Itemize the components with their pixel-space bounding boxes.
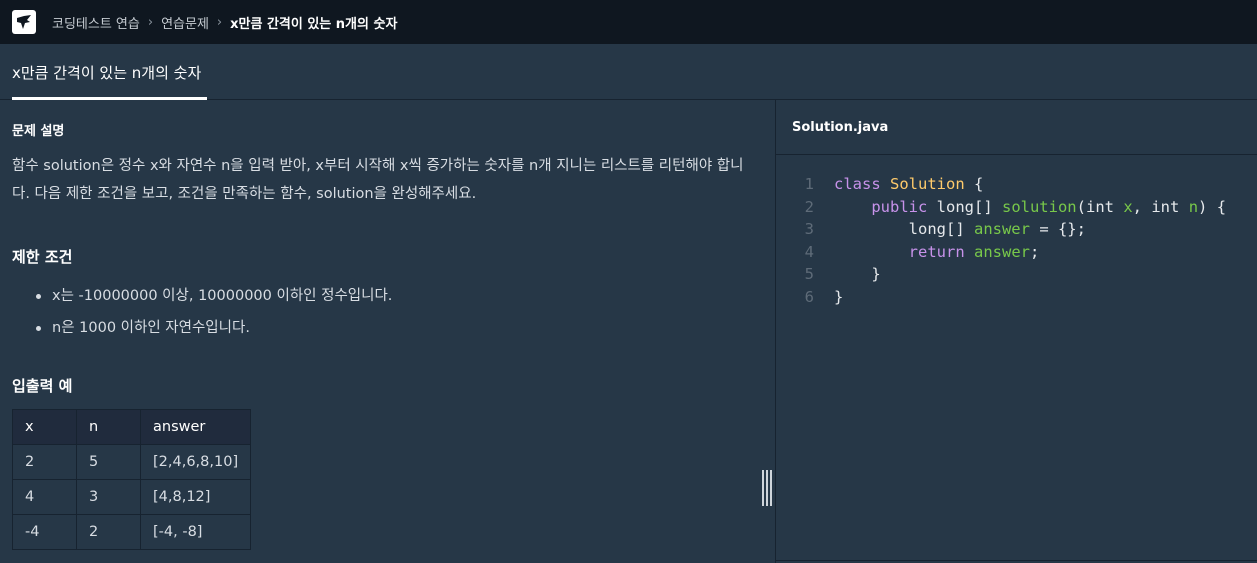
breadcrumb-practice[interactable]: 연습문제 <box>161 13 209 32</box>
line-number: 5 <box>804 265 814 283</box>
logo-icon[interactable] <box>12 10 36 34</box>
line-number: 3 <box>804 220 814 238</box>
code-line: 3 long[] answer = {}; <box>776 218 1226 241</box>
code-line: 4 return answer; <box>776 241 1226 264</box>
code-editor[interactable]: 1 class Solution { 2 public long[] soluti… <box>776 173 1226 308</box>
code-line: 2 public long[] solution(int x, int n) { <box>776 196 1226 219</box>
table-row: 2 5 [2,4,6,8,10] <box>12 444 252 480</box>
examples-table: x n answer 2 5 [2,4,6,8,10] 4 3 [4,8,12]… <box>12 409 252 550</box>
breadcrumb-current: x만큼 간격이 있는 n개의 숫자 <box>230 16 398 32</box>
table-cell: [2,4,6,8,10] <box>139 444 252 480</box>
constraints-heading: 제한 조건 <box>12 248 73 266</box>
code-editor-panel: Solution.java 1 class Solution { 2 public… <box>776 100 1257 563</box>
code-line: 1 class Solution { <box>776 173 1226 196</box>
column-header: answer <box>139 409 252 445</box>
code-line: 5 } <box>776 263 1226 286</box>
table-cell: 5 <box>76 444 141 480</box>
table-row: 4 3 [4,8,12] <box>12 479 252 515</box>
tab-problem[interactable]: x만큼 간격이 있는 n개의 숫자 <box>12 44 207 100</box>
table-cell: [4,8,12] <box>139 479 252 515</box>
breadcrumb: 코딩테스트 연습 › 연습문제 › x만큼 간격이 있는 n개의 숫자 <box>52 13 397 32</box>
editor-filename: Solution.java <box>776 100 1257 155</box>
chevron-right-icon: › <box>216 14 223 30</box>
problem-title-bar: x만큼 간격이 있는 n개의 숫자 <box>0 44 1257 100</box>
editor-bottom-border <box>776 560 1257 561</box>
table-header-row: x n answer <box>12 409 252 445</box>
chevron-right-icon: › <box>147 14 154 30</box>
constraint-item: x는 -10000000 이상, 10000000 이하인 정수입니다. <box>36 280 392 312</box>
line-number: 2 <box>804 197 814 216</box>
examples-heading: 입출력 예 <box>12 377 73 395</box>
top-nav-bar: 코딩테스트 연습 › 연습문제 › x만큼 간격이 있는 n개의 숫자 <box>0 0 1257 44</box>
table-cell: 3 <box>76 479 141 515</box>
resize-handle[interactable] <box>762 470 772 506</box>
line-number: 4 <box>804 242 814 261</box>
column-header: n <box>76 409 141 445</box>
column-header: x <box>12 409 77 445</box>
constraints-list: x는 -10000000 이상, 10000000 이하인 정수입니다. n은 … <box>36 280 392 344</box>
line-number: 6 <box>804 287 814 306</box>
table-row: -4 2 [-4, -8] <box>12 514 252 550</box>
table-cell: 2 <box>12 444 77 480</box>
table-cell: 4 <box>12 479 77 515</box>
constraint-item: n은 1000 이하인 자연수입니다. <box>36 312 392 344</box>
problem-description-panel: 문제 설명 함수 solution은 정수 x와 자연수 n을 입력 받아, x… <box>0 100 775 563</box>
description-heading: 문제 설명 <box>12 124 65 139</box>
line-number: 1 <box>804 175 814 193</box>
table-cell: -4 <box>12 514 77 550</box>
breadcrumb-coding-test[interactable]: 코딩테스트 연습 <box>52 13 140 32</box>
description-text: 함수 solution은 정수 x와 자연수 n을 입력 받아, x부터 시작해… <box>12 158 744 202</box>
table-cell: [-4, -8] <box>139 514 252 550</box>
code-line: 6} <box>776 286 1226 309</box>
table-cell: 2 <box>76 514 141 550</box>
